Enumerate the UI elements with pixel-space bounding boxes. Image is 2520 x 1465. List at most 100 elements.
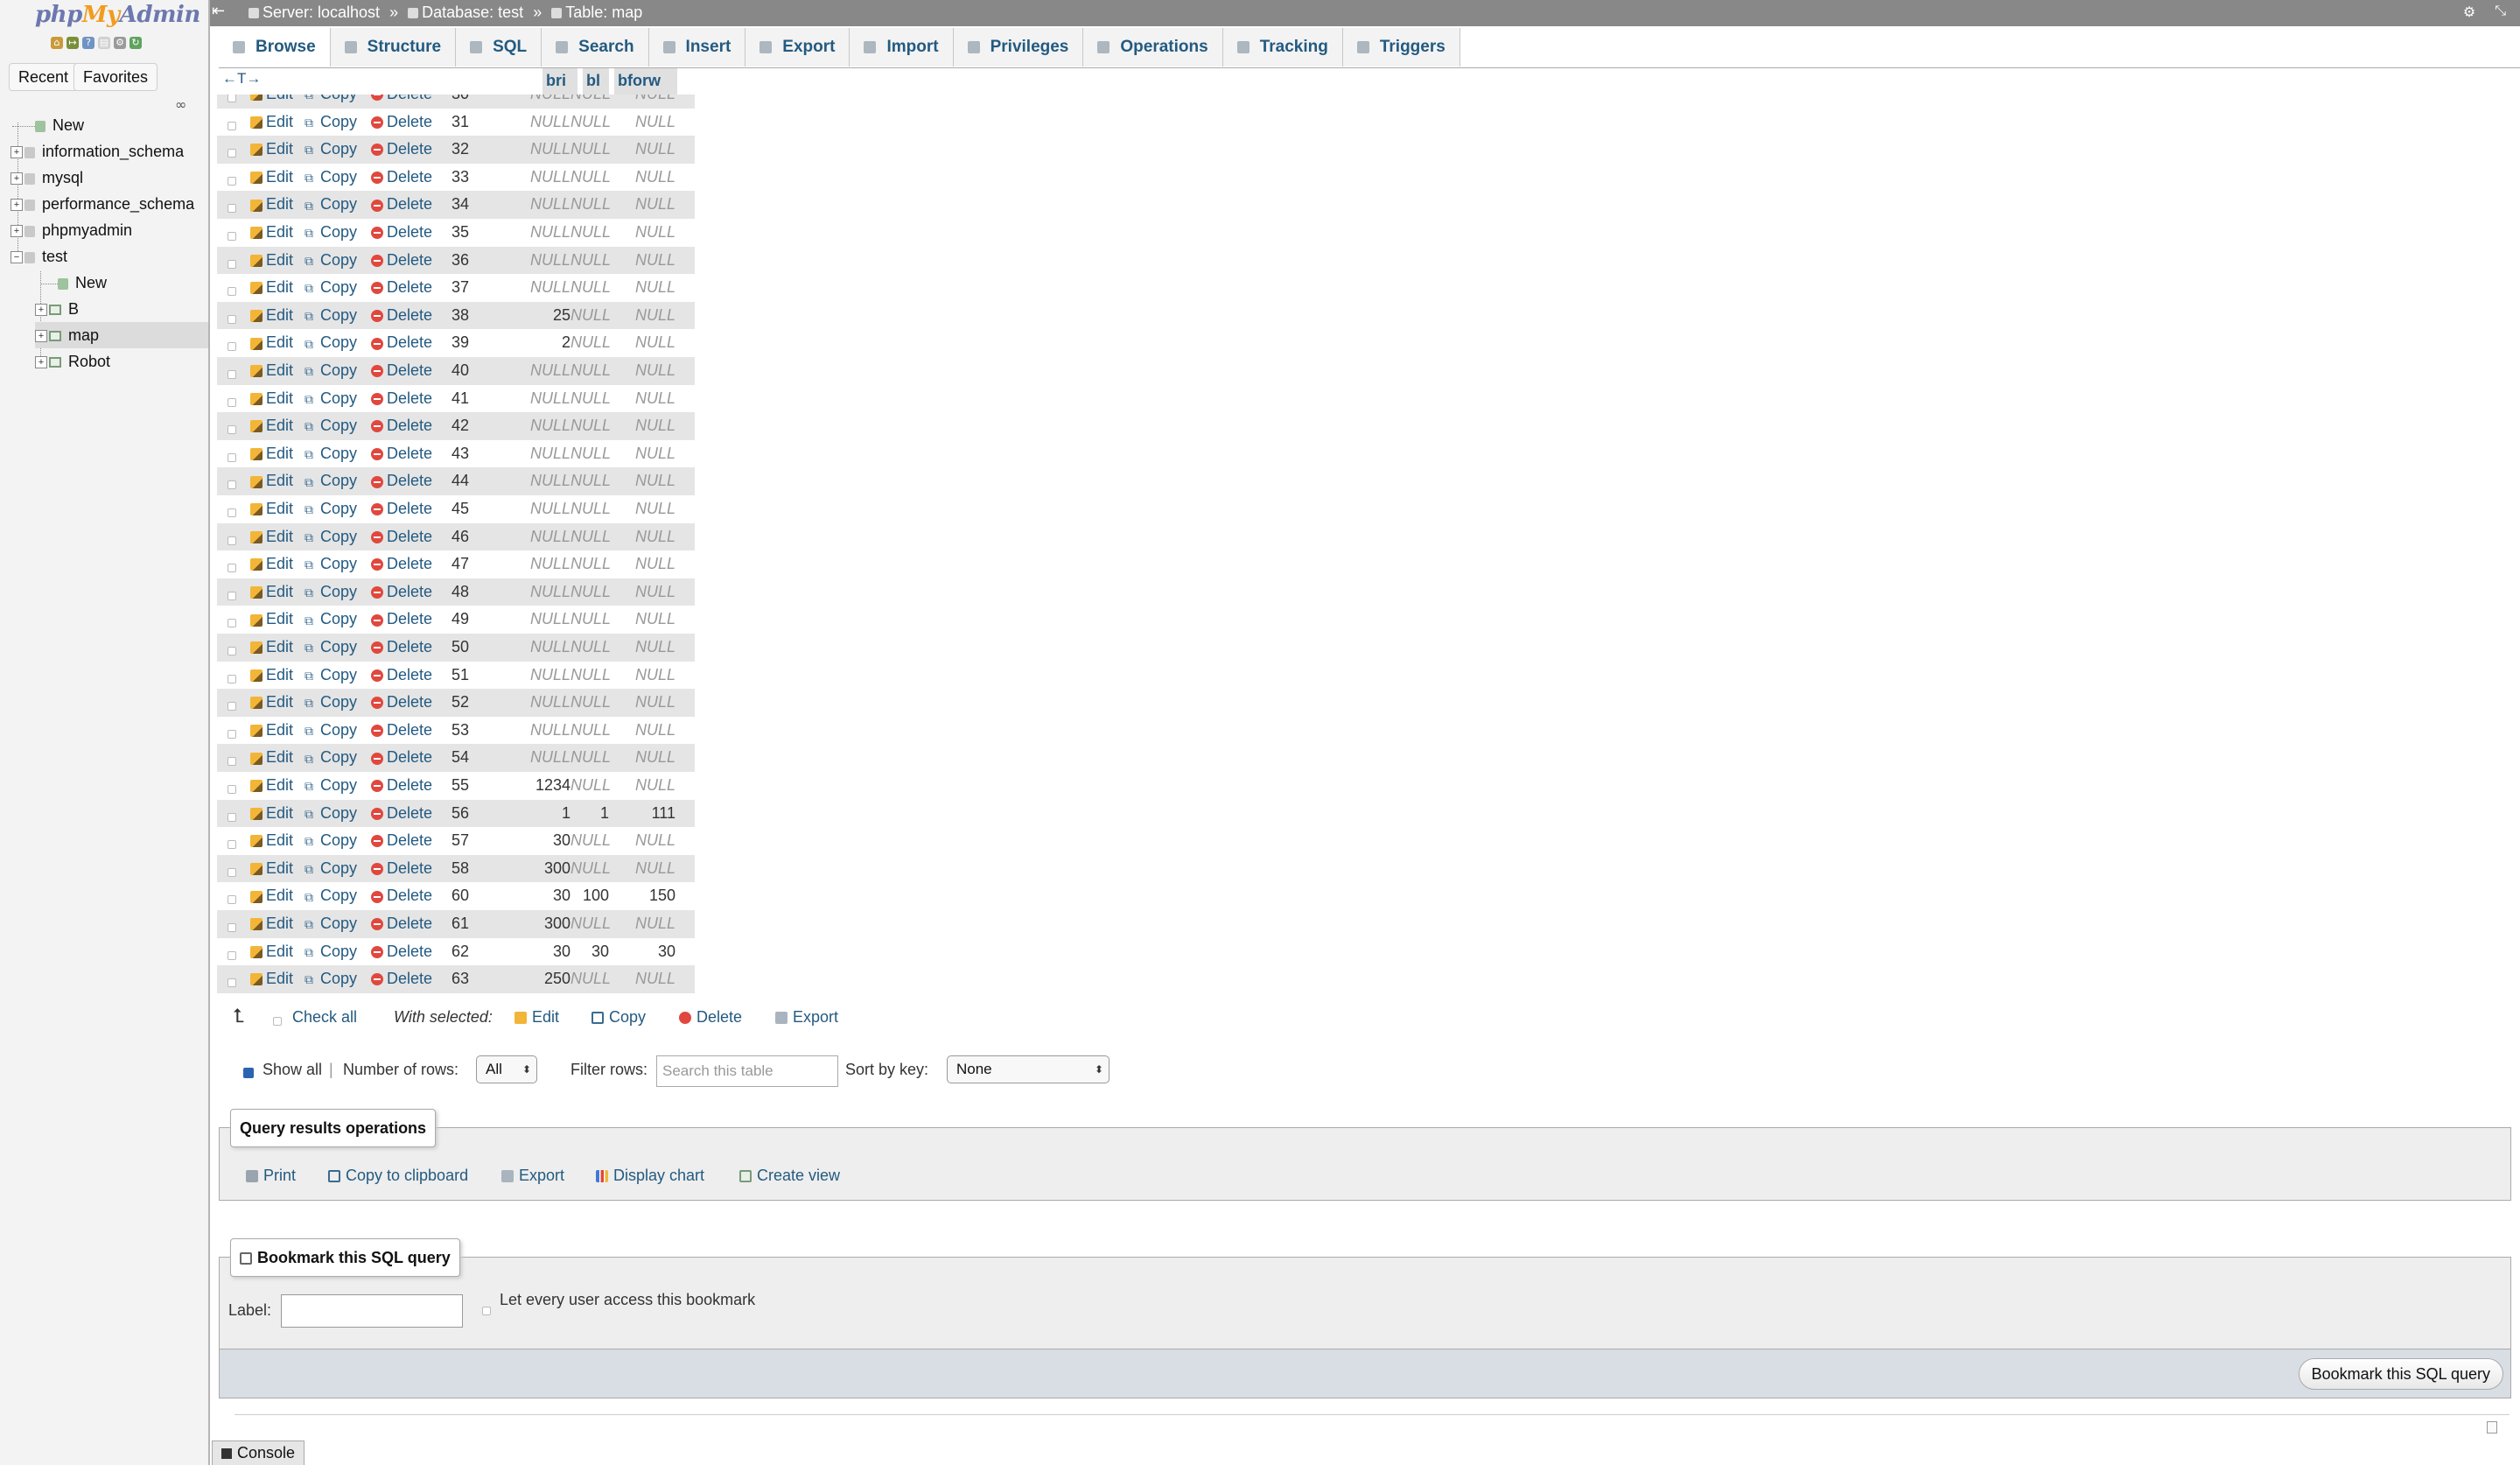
row-edit-button[interactable]: Edit	[250, 666, 293, 684]
cell-bri[interactable]: NULL	[483, 389, 570, 408]
bulk-export-button[interactable]: Export	[775, 1008, 838, 1027]
cell-bri[interactable]: NULL	[483, 693, 570, 711]
tree-item-map[interactable]: + map	[35, 322, 208, 348]
row-delete-button[interactable]: Delete	[371, 583, 432, 601]
row-copy-button[interactable]: ⧉Copy	[304, 610, 357, 628]
cell-bl[interactable]: NULL	[570, 223, 611, 242]
row-delete-button[interactable]: Delete	[371, 693, 432, 711]
cell-bforw[interactable]: NULL	[609, 915, 676, 933]
row-checkbox[interactable]	[228, 204, 236, 214]
row-edit-button[interactable]: Edit	[250, 361, 293, 380]
cell-bforw[interactable]: NULL	[609, 417, 676, 435]
cell-bl[interactable]: 1	[570, 804, 609, 823]
help-icon[interactable]: ?	[82, 37, 94, 49]
row-checkbox[interactable]	[228, 812, 236, 822]
bookmark-label-input[interactable]	[281, 1294, 463, 1328]
cell-bri[interactable]: 25	[483, 306, 570, 325]
row-copy-button[interactable]: ⧉Copy	[304, 748, 357, 767]
create-view-link[interactable]: Create view	[739, 1167, 840, 1185]
row-edit-button[interactable]: Edit	[250, 417, 293, 435]
cell-bri[interactable]: 300	[483, 859, 570, 878]
row-copy-button[interactable]: ⧉Copy	[304, 555, 357, 573]
breadcrumb-table[interactable]: Table: map	[565, 4, 642, 21]
cell-bri[interactable]: 30	[483, 887, 570, 905]
cell-bforw[interactable]: NULL	[609, 721, 676, 740]
row-copy-button[interactable]: ⧉Copy	[304, 140, 357, 158]
row-copy-button[interactable]: ⧉Copy	[304, 113, 357, 131]
cell-bforw[interactable]: NULL	[609, 445, 676, 463]
cell-bforw[interactable]: NULL	[609, 306, 676, 325]
cell-bl[interactable]: NULL	[570, 528, 611, 546]
sort-by-key-select[interactable]: None ⬍	[947, 1055, 1110, 1083]
cell-bl[interactable]: NULL	[570, 693, 611, 711]
cell-bl[interactable]: NULL	[570, 610, 611, 628]
cell-bri[interactable]: 30	[483, 831, 570, 850]
cell-bri[interactable]: 300	[483, 915, 570, 933]
tree-item-information-schema[interactable]: + information_schema	[10, 138, 184, 165]
row-delete-button[interactable]: Delete	[371, 500, 432, 518]
row-delete-button[interactable]: Delete	[371, 528, 432, 546]
tree-item-new[interactable]: New	[12, 112, 84, 138]
row-copy-button[interactable]: ⧉Copy	[304, 887, 357, 905]
row-delete-button[interactable]: Delete	[371, 195, 432, 214]
row-copy-button[interactable]: ⧉Copy	[304, 306, 357, 325]
row-checkbox[interactable]	[228, 149, 236, 158]
cell-bri[interactable]: NULL	[483, 113, 570, 131]
row-checkbox[interactable]	[228, 564, 236, 573]
cell-bforw[interactable]: 30	[609, 943, 676, 961]
cell-bl[interactable]: NULL	[570, 859, 611, 878]
row-delete-button[interactable]: Delete	[371, 333, 432, 352]
breadcrumb-server[interactable]: Server: localhost	[262, 4, 380, 21]
cell-bri[interactable]: NULL	[483, 140, 570, 158]
expand-icon[interactable]: +	[10, 172, 23, 186]
cell-bl[interactable]: NULL	[570, 278, 611, 297]
row-copy-button[interactable]: ⧉Copy	[304, 943, 357, 961]
cell-bl[interactable]: NULL	[570, 748, 611, 767]
row-copy-button[interactable]: ⧉Copy	[304, 528, 357, 546]
row-delete-button[interactable]: Delete	[371, 223, 432, 242]
row-edit-button[interactable]: Edit	[250, 223, 293, 242]
cell-bl[interactable]: NULL	[570, 140, 611, 158]
filter-rows-input[interactable]: Search this table	[656, 1055, 838, 1087]
row-checkbox[interactable]	[228, 647, 236, 655]
cell-bl[interactable]: NULL	[570, 389, 611, 408]
row-checkbox[interactable]	[228, 978, 236, 988]
row-edit-button[interactable]: Edit	[250, 555, 293, 573]
row-checkbox[interactable]	[228, 94, 236, 102]
cell-bri[interactable]: 1234	[483, 776, 570, 795]
row-delete-button[interactable]: Delete	[371, 943, 432, 961]
cell-bforw[interactable]: NULL	[609, 970, 676, 988]
row-edit-button[interactable]: Edit	[250, 915, 293, 933]
row-checkbox[interactable]	[228, 895, 236, 905]
cell-bforw[interactable]: NULL	[609, 748, 676, 767]
row-edit-button[interactable]: Edit	[250, 776, 293, 795]
row-edit-button[interactable]: Edit	[250, 500, 293, 518]
expand-icon[interactable]: +	[35, 304, 47, 317]
cell-bl[interactable]: NULL	[570, 555, 611, 573]
recent-button[interactable]: Recent	[9, 63, 79, 91]
check-all-checkbox[interactable]	[273, 1017, 282, 1026]
row-edit-button[interactable]: Edit	[250, 195, 293, 214]
let-every-user-checkbox[interactable]	[482, 1307, 491, 1315]
row-checkbox[interactable]	[228, 785, 236, 794]
row-copy-button[interactable]: ⧉Copy	[304, 831, 357, 850]
row-checkbox[interactable]	[228, 232, 236, 241]
settings-icon[interactable]: ⚙	[2463, 4, 2475, 21]
row-checkbox[interactable]	[228, 397, 236, 407]
row-checkbox[interactable]	[228, 674, 236, 683]
expand-icon[interactable]: +	[35, 330, 47, 343]
row-checkbox[interactable]	[228, 259, 236, 269]
row-edit-button[interactable]: Edit	[250, 306, 293, 325]
cell-bforw[interactable]: NULL	[609, 776, 676, 795]
cell-bl[interactable]: NULL	[570, 361, 611, 380]
row-copy-button[interactable]: ⧉Copy	[304, 445, 357, 463]
tree-item-new-table[interactable]: New	[40, 270, 107, 296]
row-delete-button[interactable]: Delete	[371, 970, 432, 988]
row-delete-button[interactable]: Delete	[371, 445, 432, 463]
column-header-bforw[interactable]: bforw	[614, 68, 677, 95]
row-delete-button[interactable]: Delete	[371, 389, 432, 408]
gear-icon[interactable]: ⚙	[114, 37, 126, 49]
row-checkbox[interactable]	[228, 480, 236, 490]
column-arrows[interactable]: ←T→	[222, 70, 261, 88]
cell-bri[interactable]: NULL	[483, 445, 570, 463]
